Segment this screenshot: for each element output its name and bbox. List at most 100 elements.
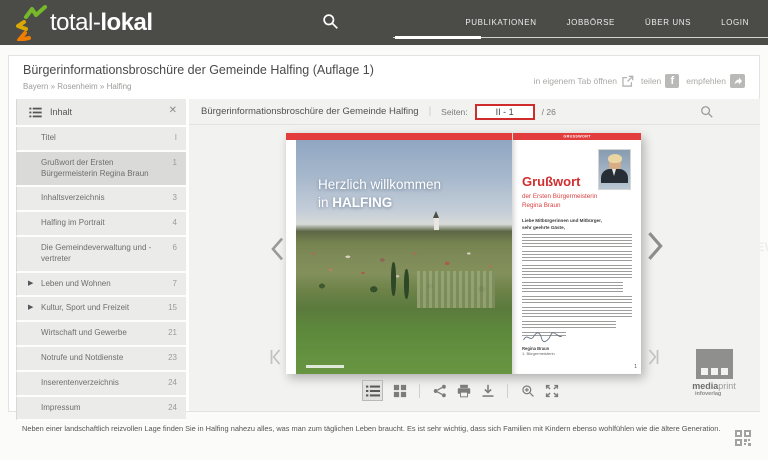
share-arrow-icon — [730, 74, 745, 88]
page-root: total-lokal PUBLIKATIONEN JOBBÖRSE GOOD*… — [0, 0, 768, 460]
welcome-heading: Herzlich willkommen in HALFING — [318, 176, 441, 212]
toc-item-impressum[interactable]: Impressum 24 — [16, 397, 186, 422]
tree — [391, 262, 396, 296]
toc-label: Die Gemeindeverwaltung und - vertreter — [41, 243, 151, 263]
pages-label: Seiten: — [441, 107, 467, 117]
toc-view-button[interactable] — [362, 380, 383, 401]
top-navbar: total-lokal PUBLIKATIONEN JOBBÖRSE GOOD*… — [0, 0, 768, 45]
nav-item-login[interactable]: LOGIN — [706, 18, 764, 27]
expand-caret-icon[interactable]: ▶ — [28, 303, 33, 312]
grusswort-title: Grußwort — [522, 174, 581, 189]
chapter-tab-label: GRUSSWORT — [563, 135, 590, 139]
church-tower — [434, 217, 439, 230]
toc-page-number: 23 — [168, 353, 177, 364]
flipbook-viewer: Bürgerinformationsbroschüre der Gemeinde… — [189, 99, 760, 411]
paragraph-placeholder — [522, 234, 632, 247]
download-button[interactable] — [480, 383, 495, 398]
viewer-title: Bürgerinformationsbroschüre der Gemeinde… — [201, 106, 419, 117]
pages-total: / 26 — [542, 107, 556, 117]
paragraph-placeholder — [522, 296, 632, 303]
viewer-bottom-toolbar — [175, 380, 746, 401]
viewer-toolbar: Bürgerinformationsbroschüre der Gemeinde… — [189, 99, 760, 125]
village-aerial-photo: Herzlich willkommen in HALFING — [296, 140, 512, 374]
toc-item-wirtschaft[interactable]: Wirtschaft und Gewerbe 21 — [16, 322, 186, 347]
list-icon — [29, 107, 42, 118]
toc-header: Inhalt ✕ — [16, 99, 186, 125]
breadcrumb[interactable]: Bayern » Rosenheim » Halfing — [23, 82, 132, 91]
paragraph-placeholder — [522, 282, 623, 292]
book-left-page[interactable]: Herzlich willkommen in HALFING — [286, 133, 512, 374]
logo-text: total-lokal — [50, 9, 153, 37]
toolbar-divider — [419, 384, 420, 398]
mediaprint-logo[interactable]: mediaprint infoverlag — [688, 349, 740, 397]
expand-caret-icon[interactable]: ▶ — [28, 279, 33, 288]
header-search-icon[interactable] — [322, 13, 339, 30]
nav-item-publikationen[interactable]: PUBLIKATIONEN — [450, 18, 551, 27]
page-number: 1 — [634, 364, 637, 370]
grusswort-paragraphs — [522, 234, 632, 340]
share-button[interactable] — [432, 383, 447, 398]
toc-label: Wirtschaft und Gewerbe — [41, 328, 127, 337]
next-page-button[interactable] — [647, 231, 663, 261]
toc-item-inserentenverzeichnis[interactable]: Inserentenverzeichnis 24 — [16, 372, 186, 397]
mayor-portrait-photo — [598, 149, 631, 190]
thumbnail-grid-button[interactable] — [392, 383, 407, 398]
open-in-tab-button[interactable]: in eigenem Tab öffnen — [534, 75, 634, 88]
nav-active-underline — [395, 36, 481, 39]
toc-item-portrait[interactable]: Halfing im Portrait 4 — [16, 212, 186, 237]
toc-label: Grußwort der Ersten Bürgermeisterin Regi… — [41, 158, 149, 178]
print-button[interactable] — [456, 383, 471, 398]
close-icon[interactable]: ✕ — [169, 106, 177, 116]
book-right-page[interactable]: GRUSSWORT Grußwort der Ersten Bürgermeis… — [512, 133, 641, 374]
share-facebook-button[interactable]: teilen — [641, 74, 679, 88]
left-page-red-band — [286, 133, 512, 140]
toc-page-number: 1 — [173, 158, 177, 169]
open-in-tab-label: in eigenem Tab öffnen — [534, 76, 617, 86]
toc-title: Inhalt — [50, 107, 72, 117]
paragraph-placeholder — [522, 251, 632, 261]
toc-item-inhaltsverzeichnis[interactable]: Inhaltsverzeichnis 3 — [16, 187, 186, 212]
nav-item-ueber-uns[interactable]: ÜBER UNS — [630, 18, 706, 27]
paragraph-placeholder — [522, 265, 632, 278]
site-logo[interactable]: total-lokal — [14, 5, 153, 41]
first-page-button[interactable] — [269, 349, 282, 365]
toc-item-titel[interactable]: Titel I — [16, 127, 186, 152]
toc-label: Notrufe und Notdienste — [41, 353, 123, 362]
toolbar-divider — [507, 384, 508, 398]
toc-label: Inserentenverzeichnis — [41, 378, 119, 387]
book-spread: Herzlich willkommen in HALFING GRUSSWORT — [286, 133, 641, 374]
toc-page-number: 7 — [173, 279, 177, 290]
toc-item-gemeindeverwaltung[interactable]: Die Gemeindeverwaltung und - vertreter 6 — [16, 237, 186, 273]
toc-label: Impressum — [41, 403, 81, 412]
facebook-icon — [665, 74, 679, 88]
signature-block: Regina Braun 1. Bürgermeisterin — [522, 331, 564, 356]
page-number-input[interactable] — [475, 104, 535, 120]
last-page-button[interactable] — [647, 349, 660, 365]
tree — [404, 269, 409, 299]
logo-star-icon — [14, 5, 48, 41]
toc-label: Titel — [41, 133, 56, 142]
toc-page-number: 4 — [173, 218, 177, 229]
photo-caption-placeholder — [306, 365, 344, 368]
main-nav: PUBLIKATIONEN JOBBÖRSE GOOD*NEWS ÜBER UN… — [450, 18, 764, 27]
previous-page-button[interactable] — [271, 237, 284, 261]
viewer-search-icon[interactable] — [700, 105, 714, 119]
mediaprint-subtitle: infoverlag — [688, 391, 740, 397]
signature-role: 1. Bürgermeisterin — [522, 351, 564, 356]
toc-label: Leben und Wohnen — [41, 279, 111, 288]
mediaprint-building-icon — [696, 349, 733, 379]
zoom-in-button[interactable] — [520, 383, 535, 398]
qr-code-icon[interactable] — [735, 430, 751, 446]
fullscreen-button[interactable] — [544, 383, 559, 398]
publication-description: Neben einer landschaftlich reizvollen La… — [22, 424, 754, 433]
toc-item-leben-und-wohnen[interactable]: ▶ Leben und Wohnen 7 — [16, 273, 186, 298]
recommend-button[interactable]: empfehlen — [686, 74, 745, 88]
toc-sidebar: Inhalt ✕ Titel I Grußwort der Ersten Bür… — [16, 99, 186, 421]
toc-label: Kultur, Sport und Freizeit — [41, 303, 129, 312]
toc-item-notrufe[interactable]: Notrufe und Notdienste 23 — [16, 347, 186, 372]
toolbar-divider: | — [429, 106, 432, 117]
grusswort-subtitle: der Ersten Bürgermeisterin Regina Braun — [522, 193, 600, 211]
toc-item-kultur-sport-freizeit[interactable]: ▶ Kultur, Sport und Freizeit 15 — [16, 297, 186, 322]
nav-item-jobboerse[interactable]: JOBBÖRSE — [552, 18, 630, 27]
toc-item-grusswort[interactable]: Grußwort der Ersten Bürgermeisterin Regi… — [16, 152, 186, 188]
